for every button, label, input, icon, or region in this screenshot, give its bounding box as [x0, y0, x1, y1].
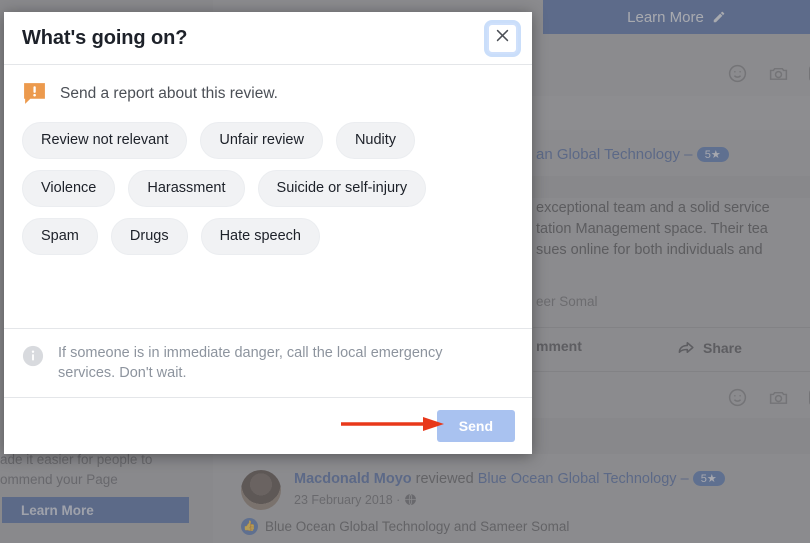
warning-speech-bubble-icon — [22, 81, 47, 106]
info-icon — [22, 345, 44, 367]
emergency-note: If someone is in immediate danger, call … — [4, 328, 532, 397]
annotation-arrow — [341, 416, 445, 432]
report-review-dialog: What's going on? Send a report about thi… — [4, 12, 532, 454]
report-prompt-text: Send a report about this review. — [60, 84, 278, 102]
report-option-hate-speech[interactable]: Hate speech — [200, 218, 320, 255]
report-option-harassment[interactable]: Harassment — [128, 170, 245, 207]
dialog-body: Send a report about this review. Review … — [4, 65, 532, 328]
dialog-header: What's going on? — [4, 12, 532, 65]
close-button[interactable] — [487, 22, 518, 54]
report-options-list: Review not relevant Unfair review Nudity… — [22, 122, 474, 255]
report-option-review-not-relevant[interactable]: Review not relevant — [22, 122, 188, 159]
dialog-footer: Send — [4, 397, 532, 454]
report-option-violence[interactable]: Violence — [22, 170, 116, 207]
report-option-spam[interactable]: Spam — [22, 218, 98, 255]
report-option-nudity[interactable]: Nudity — [335, 122, 416, 159]
send-button[interactable]: Send — [436, 410, 515, 442]
report-option-unfair-review[interactable]: Unfair review — [200, 122, 323, 159]
report-option-suicide-or-self-injury[interactable]: Suicide or self-injury — [257, 170, 427, 207]
report-prompt-row: Send a report about this review. — [22, 81, 514, 106]
emergency-note-text: If someone is in immediate danger, call … — [58, 345, 443, 381]
page-title: What's going on? — [22, 26, 188, 49]
report-option-drugs[interactable]: Drugs — [110, 218, 188, 255]
close-icon — [494, 27, 511, 49]
